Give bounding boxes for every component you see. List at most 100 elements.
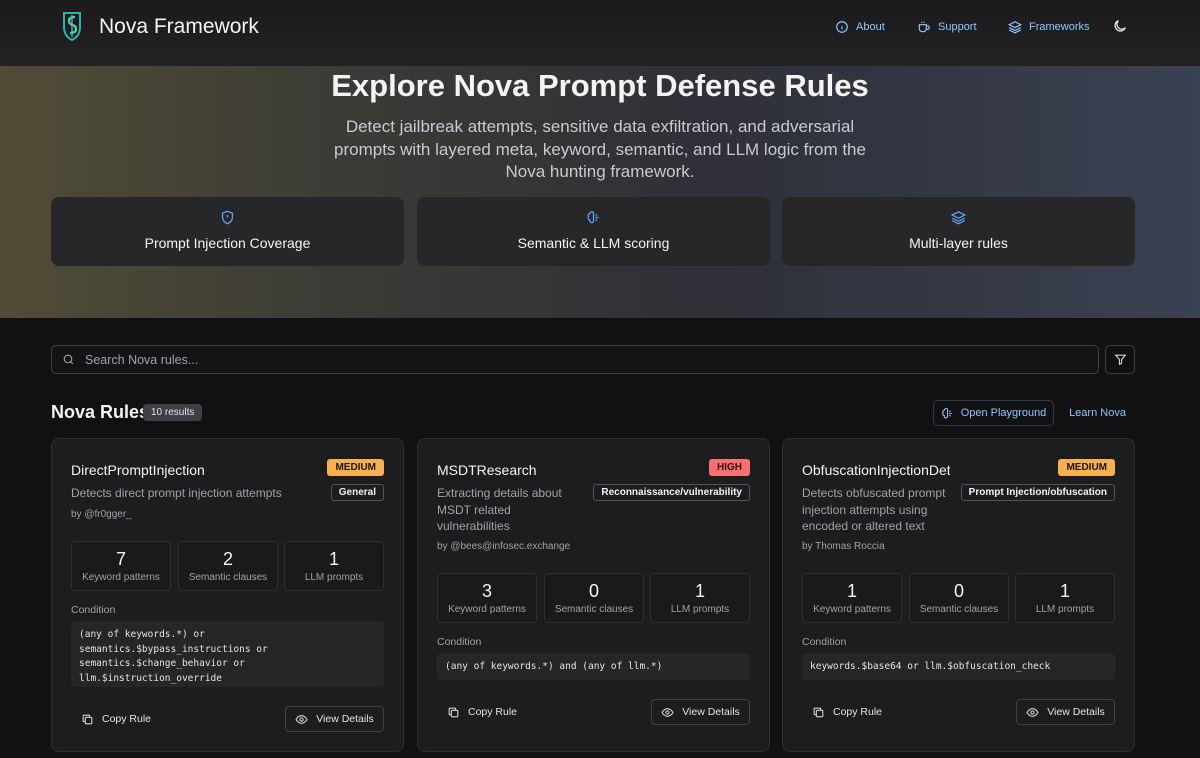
stat-keyword-patterns: 7 Keyword patterns — [71, 541, 171, 591]
rule-card: ObfuscationInjectionDetection MEDIUM Pro… — [782, 438, 1135, 752]
stat-label: LLM prompts — [304, 572, 364, 583]
hero-subtitle: Detect jailbreak attempts, sensitive dat… — [334, 117, 866, 181]
rule-description: Detects direct prompt injection attempts — [71, 486, 282, 500]
feature-multi-layer: Multi-layer rules — [782, 197, 1135, 266]
feature-semantic-llm: Semantic & LLM scoring — [417, 197, 770, 266]
hero-section: Explore Nova Prompt Defense Rules Detect… — [0, 66, 1200, 318]
copy-rule-label: Copy Rule — [468, 706, 518, 718]
stat-value: 0 — [588, 581, 599, 601]
stat-value: 1 — [328, 549, 339, 569]
nova-logo-icon[interactable] — [60, 10, 84, 42]
stat-label: Keyword patterns — [448, 604, 526, 615]
stat-label: Keyword patterns — [82, 572, 160, 583]
condition-label: Condition — [802, 636, 847, 648]
stat-label: LLM prompts — [1035, 604, 1095, 615]
info-icon — [836, 21, 848, 33]
stat-keyword-patterns: 1 Keyword patterns — [802, 573, 902, 623]
copy-rule-label: Copy Rule — [833, 706, 883, 718]
copy-rule-button[interactable]: Copy Rule — [802, 699, 882, 725]
copy-rule-label: Copy Rule — [102, 713, 152, 725]
rule-author: by @fr0gger_ — [71, 509, 132, 520]
feature-label: Multi-layer rules — [909, 235, 1008, 251]
stat-value: 1 — [1059, 581, 1070, 601]
stat-keyword-patterns: 3 Keyword patterns — [437, 573, 537, 623]
condition-code: keywords.$base64 or llm.$obfuscation_che… — [802, 653, 1115, 680]
nav-frameworks[interactable]: Frameworks — [1008, 18, 1090, 36]
rule-author: by @bees@infosec.exchange — [437, 541, 571, 552]
nav-frameworks-label: Frameworks — [1029, 21, 1090, 33]
search-input[interactable] — [85, 352, 1098, 367]
layers-icon — [1008, 21, 1022, 34]
eye-icon — [1026, 707, 1039, 717]
filter-button[interactable] — [1105, 345, 1135, 374]
condition-label: Condition — [437, 636, 482, 648]
hero-title: Explore Nova Prompt Defense Rules — [331, 68, 869, 103]
top-navbar: Nova Framework About Support Frameworks — [0, 0, 1200, 66]
nav-about[interactable]: About — [835, 18, 885, 36]
feature-label: Prompt Injection Coverage — [144, 235, 311, 251]
eye-icon — [661, 707, 674, 717]
rule-name[interactable]: ObfuscationInjectionDetection — [802, 462, 950, 478]
stat-llm-prompts: 1 LLM prompts — [284, 541, 384, 591]
coffee-icon — [918, 21, 930, 33]
brain-icon — [941, 407, 952, 418]
layers-icon — [951, 211, 966, 225]
copy-rule-button[interactable]: Copy Rule — [71, 706, 151, 732]
view-details-button[interactable]: View Details — [285, 706, 384, 732]
condition-code: (any of keywords.*) or semantics.$bypass… — [71, 621, 384, 687]
shield-icon — [221, 210, 234, 225]
copy-icon — [82, 714, 93, 724]
feature-label: Semantic & LLM scoring — [517, 235, 670, 251]
brand-title[interactable]: Nova Framework — [99, 15, 259, 39]
copy-icon — [448, 707, 459, 717]
stat-value: 2 — [222, 549, 233, 569]
stat-semantic-clauses: 0 Semantic clauses — [544, 573, 644, 623]
view-details-label: View Details — [682, 706, 740, 718]
rule-description: Detects obfuscated prompt injection atte… — [802, 486, 946, 533]
stat-label: Keyword patterns — [813, 604, 891, 615]
stat-value: 7 — [115, 549, 126, 569]
stat-label: Semantic clauses — [188, 572, 268, 583]
open-playground-button[interactable]: Open Playground — [933, 400, 1054, 426]
eye-icon — [295, 714, 308, 724]
severity-badge: MEDIUM — [1058, 459, 1115, 476]
category-badge: Reconnaissance/vulnerability — [593, 484, 750, 501]
moon-icon[interactable] — [1112, 18, 1128, 34]
rule-card: DirectPromptInjection MEDIUM General Det… — [51, 438, 404, 752]
stat-value: 1 — [846, 581, 857, 601]
rule-description: Extracting details about MSDT related vu… — [437, 486, 562, 533]
stat-semantic-clauses: 0 Semantic clauses — [909, 573, 1009, 623]
stat-label: LLM prompts — [670, 604, 730, 615]
view-details-label: View Details — [316, 713, 374, 725]
stat-value: 1 — [694, 581, 705, 601]
learn-nova-button[interactable]: Learn Nova — [1060, 400, 1135, 426]
condition-label: Condition — [71, 604, 116, 616]
copy-rule-button[interactable]: Copy Rule — [437, 699, 517, 725]
copy-icon — [813, 707, 824, 717]
category-badge: General — [330, 484, 384, 501]
stat-value: 3 — [481, 581, 492, 601]
condition-code: (any of keywords.*) and (any of llm.*) — [437, 653, 750, 680]
view-details-button[interactable]: View Details — [1016, 699, 1115, 725]
severity-badge: HIGH — [709, 459, 750, 476]
stat-value: 0 — [953, 581, 964, 601]
severity-badge: MEDIUM — [327, 459, 384, 476]
stat-label: Semantic clauses — [919, 604, 999, 615]
open-playground-label: Open Playground — [960, 407, 1047, 419]
stat-llm-prompts: 1 LLM prompts — [1015, 573, 1115, 623]
feature-prompt-injection: Prompt Injection Coverage — [51, 197, 404, 266]
view-details-label: View Details — [1047, 706, 1105, 718]
nav-about-label: About — [856, 21, 885, 33]
stat-llm-prompts: 1 LLM prompts — [650, 573, 750, 623]
filter-icon — [1113, 354, 1127, 366]
view-details-button[interactable]: View Details — [651, 699, 750, 725]
category-badge: Prompt Injection/obfuscation — [960, 484, 1115, 501]
rule-card: MSDTResearch HIGH Reconnaissance/vulnera… — [417, 438, 770, 752]
rule-name[interactable]: DirectPromptInjection — [71, 462, 241, 478]
stat-label: Semantic clauses — [554, 604, 634, 615]
nav-support-label: Support — [938, 21, 977, 33]
rules-section-title: Nova Rules — [51, 402, 150, 422]
nav-support[interactable]: Support — [917, 18, 977, 36]
brain-icon — [587, 211, 599, 224]
rule-name[interactable]: MSDTResearch — [437, 462, 607, 478]
